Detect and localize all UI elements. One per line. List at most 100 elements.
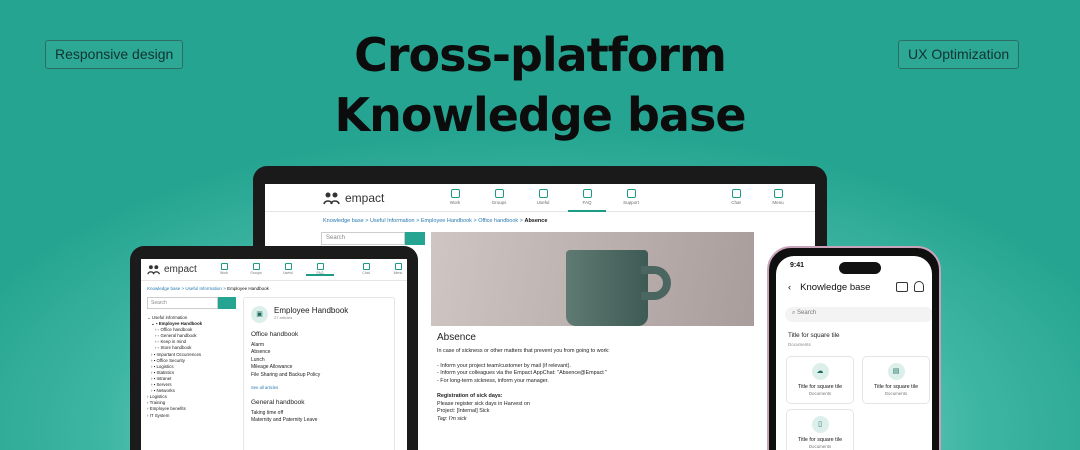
faq-icon <box>316 263 324 270</box>
nav-faq[interactable]: FAQ <box>568 184 606 212</box>
article-line: - Inform your project team/customer by m… <box>437 362 571 369</box>
search-icon: ⌕ <box>792 310 796 316</box>
lightbulb-icon <box>284 263 292 270</box>
chat-icon <box>362 263 370 270</box>
section-title: Title for square tile <box>788 332 840 339</box>
tablet-breadcrumb: Knowledge base > Useful Information > Em… <box>147 286 269 291</box>
crumb[interactable]: Office handbook <box>478 218 518 224</box>
dynamic-island <box>839 262 881 274</box>
back-arrow-icon[interactable]: ‹ <box>788 282 791 293</box>
laptop-search-button[interactable] <box>405 232 425 245</box>
crumb[interactable]: Employee Handbook <box>421 218 472 224</box>
book-icon: ▣ <box>251 306 268 323</box>
see-all-link[interactable]: See all articles <box>251 384 387 392</box>
support-icon <box>626 189 636 198</box>
chat-bubble-icon[interactable] <box>896 282 908 292</box>
laptop-breadcrumb: Knowledge base > Useful Information > Em… <box>323 218 548 224</box>
phone-title: Knowledge base <box>800 282 871 293</box>
article-link[interactable]: Mileage Allowance <box>251 364 387 372</box>
article-line <box>437 355 748 363</box>
article-link[interactable]: File Sharing and Backup Policy <box>251 372 387 380</box>
article-line: Please register sick days in Harvest on <box>437 400 530 407</box>
tab-nav-chat[interactable]: Chat <box>355 259 377 275</box>
article-link[interactable]: Lunch <box>251 357 387 365</box>
nav-label: Menu <box>772 200 784 205</box>
square-tile[interactable]: ▤ Title for square tile Documents <box>862 356 930 404</box>
lightbulb-icon <box>538 189 548 198</box>
nav-label: Work <box>219 271 229 275</box>
nav-label: Groups <box>250 271 262 275</box>
article-body: Absence In case of sickness or other mat… <box>431 326 754 430</box>
nav-label: Useful <box>283 271 293 275</box>
article-link[interactable]: Maternity and Paternity Leave <box>251 417 387 425</box>
tile-subtitle: Documents <box>808 444 832 449</box>
mug-handle <box>641 266 671 300</box>
nav-useful[interactable]: Useful <box>528 184 558 212</box>
nav-label: FAQ <box>582 200 592 205</box>
article-link[interactable]: Taking time off <box>251 410 387 418</box>
headline-line2: Knowledge base <box>334 88 746 142</box>
nav-label: Chat <box>731 200 741 205</box>
tile-title: Title for square tile <box>873 384 919 390</box>
crumb[interactable]: Knowledge base <box>323 218 364 224</box>
empact-logo[interactable]: empact <box>323 191 384 205</box>
tab-nav-menu[interactable]: Menu <box>387 259 407 275</box>
article-link[interactable]: Absence <box>251 349 387 357</box>
chat-icon <box>731 189 741 198</box>
people-logo-icon <box>147 265 161 275</box>
article-line: Tag: I'm sick <box>437 415 467 422</box>
faq-icon <box>582 189 592 198</box>
tile-title: Title for square tile <box>797 384 843 390</box>
tab-nav-useful[interactable]: Useful <box>277 259 299 275</box>
nav-chat[interactable]: Chat <box>721 184 751 205</box>
tree-item[interactable]: › IT System <box>147 413 239 419</box>
search-placeholder: Search <box>797 310 817 316</box>
document-icon: ▤ <box>887 363 905 380</box>
tablet-search-button[interactable] <box>218 297 236 309</box>
tab-nav-faq[interactable]: FAQ <box>306 259 334 276</box>
groups-icon <box>252 263 260 270</box>
tab-nav-groups[interactable]: Groups <box>245 259 267 275</box>
square-tile[interactable]: ☁ Title for square tile Documents <box>786 356 854 404</box>
nav-work[interactable]: Work <box>440 184 470 212</box>
crumb[interactable]: Useful Information <box>185 286 222 291</box>
tab-nav-work[interactable]: Work <box>213 259 235 275</box>
headline-line1: Cross-platform <box>354 28 727 82</box>
article-line: - Inform your colleagues via the Empact … <box>437 370 608 377</box>
mug-shape <box>566 250 648 326</box>
tablet-search-input[interactable]: Search <box>147 297 218 309</box>
nav-label: Chat <box>362 271 370 275</box>
crumb[interactable]: Knowledge base <box>147 286 180 291</box>
article-line: Project: [Internal] Sick <box>437 408 490 415</box>
nav-label: Support <box>623 200 639 205</box>
handbook-card: ▣ Employee Handbook 27 articles Office h… <box>243 297 395 450</box>
phone-mockup: 9:41 ‹ Knowledge base ⌕ Search Title for… <box>767 246 941 450</box>
tile-subtitle: Documents <box>884 391 908 396</box>
menu-icon <box>773 189 783 198</box>
card-title: Employee Handbook <box>274 306 349 315</box>
article-link[interactable]: Alarm <box>251 342 387 350</box>
article-line: Registration of sick days: <box>437 393 503 400</box>
article-title: Absence <box>437 332 476 343</box>
people-logo-icon <box>323 192 340 204</box>
empact-logo[interactable]: empact <box>147 264 197 275</box>
card-subtitle: 27 articles <box>274 315 293 320</box>
crumb[interactable]: Useful Information <box>370 218 415 224</box>
phone-screen: 9:41 ‹ Knowledge base ⌕ Search Title for… <box>776 256 932 450</box>
nav-menu[interactable]: Menu <box>763 184 793 205</box>
work-icon <box>220 263 228 270</box>
tile-subtitle: Documents <box>808 391 832 396</box>
coffee-mug-image <box>431 232 754 326</box>
section-subtitle: Documents <box>788 342 811 347</box>
phone-search-input[interactable]: ⌕ Search <box>785 307 932 322</box>
bell-icon[interactable] <box>914 281 924 292</box>
laptop-search-input[interactable]: Search <box>321 232 405 245</box>
nav-groups[interactable]: Groups <box>484 184 514 212</box>
article-line: - For long-term sickness, inform your ma… <box>437 377 549 384</box>
nav-label: Groups <box>491 200 507 205</box>
section-heading: Office handbook <box>251 331 299 338</box>
square-tile[interactable]: ▯ Title for square tile Documents <box>786 409 854 450</box>
laptop-navbar: empact Work Groups Useful FAQ Support Ch… <box>265 184 815 212</box>
article-line: In case of sickness or other matters tha… <box>437 347 610 354</box>
nav-support[interactable]: Support <box>616 184 646 212</box>
